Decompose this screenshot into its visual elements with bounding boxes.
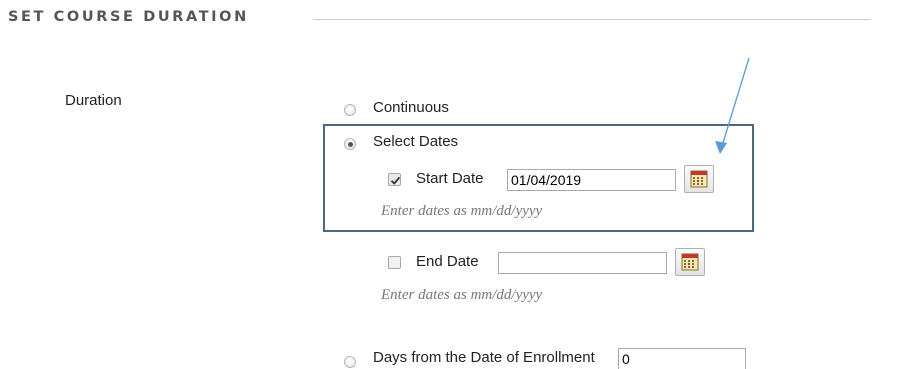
- days-from-enrollment-radio[interactable]: [344, 356, 356, 368]
- end-date-checkbox[interactable]: [388, 256, 401, 269]
- duration-label: Duration: [65, 92, 122, 109]
- end-date-hint: Enter dates as mm/dd/yyyy: [381, 287, 543, 303]
- section-divider: [313, 19, 871, 20]
- days-from-enrollment-label[interactable]: Days from the Date of Enrollment: [373, 349, 595, 366]
- continuous-radio[interactable]: [344, 104, 356, 116]
- calendar-icon: [681, 253, 699, 271]
- end-date-input[interactable]: [498, 252, 667, 274]
- highlight-box: [323, 124, 754, 232]
- course-duration-page: SET COURSE DURATION Duration Continuous …: [0, 0, 899, 369]
- continuous-label[interactable]: Continuous: [373, 99, 449, 116]
- end-date-label[interactable]: End Date: [416, 253, 479, 270]
- days-from-enrollment-input[interactable]: [618, 348, 746, 369]
- section-title: SET COURSE DURATION: [8, 9, 249, 25]
- arrow-icon: [715, 57, 750, 154]
- end-date-calendar-button[interactable]: [675, 248, 705, 276]
